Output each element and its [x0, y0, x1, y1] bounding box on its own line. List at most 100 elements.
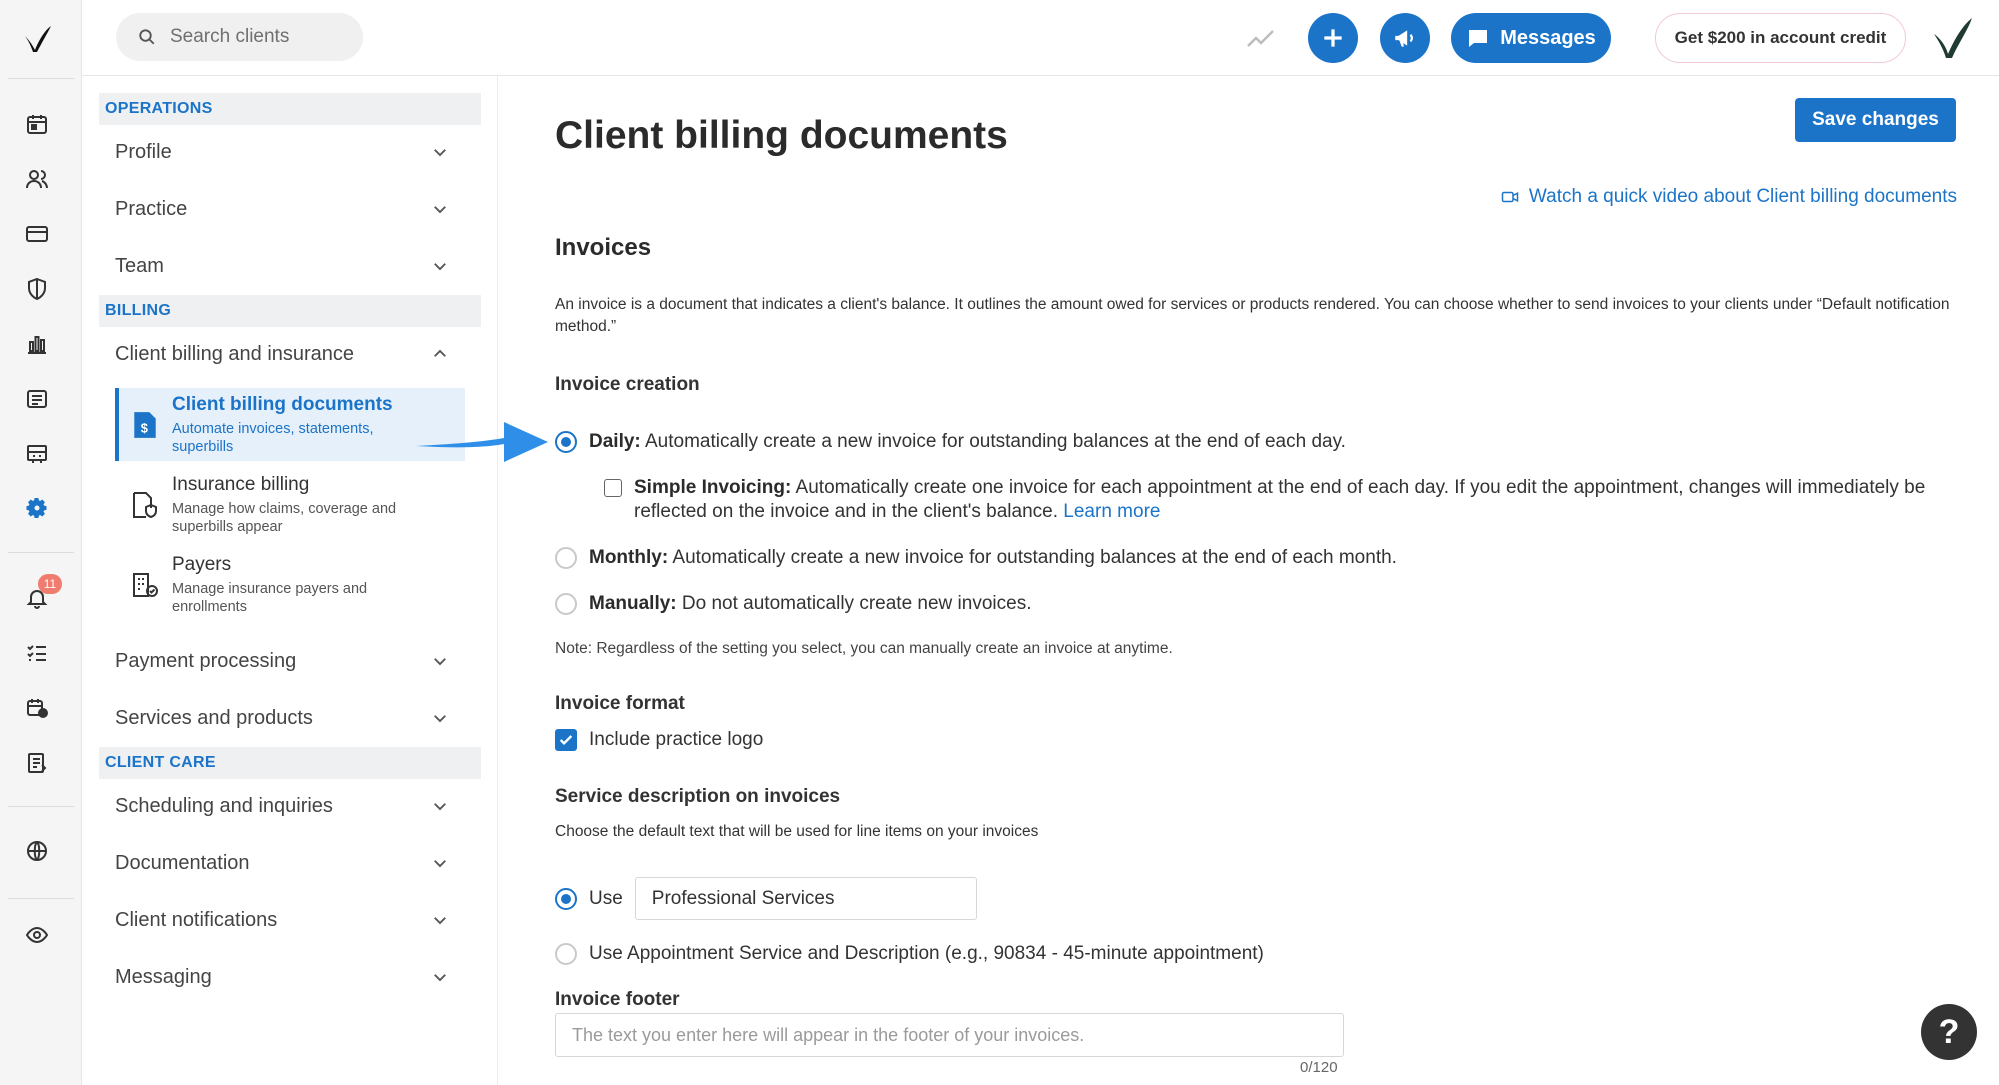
- video-camera-icon: [1501, 191, 1519, 203]
- daily-radio[interactable]: [555, 431, 577, 453]
- eye-icon[interactable]: [23, 921, 51, 949]
- sub-item-title: Payers: [172, 554, 232, 575]
- search-icon: [139, 29, 155, 45]
- messages-button[interactable]: Messages: [1451, 13, 1611, 63]
- manually-option[interactable]: Manually: Do not automatically create ne…: [555, 592, 1031, 616]
- calendar-icon[interactable]: [23, 110, 51, 138]
- nav-section-client-care: CLIENT CARE: [99, 747, 481, 779]
- billing-card-icon[interactable]: [23, 220, 51, 248]
- sub-item-description: Manage how claims, coverage and superbil…: [172, 501, 397, 535]
- add-button[interactable]: [1308, 13, 1358, 63]
- nav-item-documentation[interactable]: Documentation: [115, 841, 465, 885]
- nav-item-client-billing-insurance[interactable]: Client billing and insurance: [115, 332, 465, 376]
- main-content: Client billing documents Save changes Wa…: [498, 76, 1999, 1085]
- nav-item-practice[interactable]: Practice: [115, 187, 465, 231]
- avatar[interactable]: [1930, 14, 1976, 60]
- chevron-down-icon: [434, 860, 446, 868]
- settings-gear-icon[interactable]: [23, 494, 51, 522]
- invoice-footer-input[interactable]: [555, 1013, 1344, 1057]
- analytics-icon[interactable]: [23, 330, 51, 358]
- monthly-option-text: Monthly: Automatically create a new invo…: [589, 546, 1397, 570]
- nav-item-profile[interactable]: Profile: [115, 130, 465, 174]
- simple-invoicing-description: Automatically create one invoice for eac…: [634, 477, 1926, 522]
- service-description-heading: Service description on invoices: [555, 786, 841, 807]
- simple-invoicing-text: Simple Invoicing: Automatically create o…: [634, 476, 1934, 524]
- sub-item-insurance-billing[interactable]: Insurance billing Manage how claims, cov…: [115, 468, 465, 542]
- payers-building-icon: [133, 573, 158, 597]
- nav-item-services-products[interactable]: Services and products: [115, 696, 465, 740]
- insurance-document-icon: [133, 492, 157, 519]
- simple-invoicing-option[interactable]: Simple Invoicing: Automatically create o…: [604, 476, 1934, 524]
- nav-section-billing: BILLING: [99, 295, 481, 327]
- monthly-label: Monthly:: [589, 547, 669, 568]
- watch-video-link[interactable]: Watch a quick video about Client billing…: [1501, 186, 1957, 208]
- learn-more-link[interactable]: Learn more: [1063, 501, 1160, 522]
- globe-icon[interactable]: [23, 837, 51, 865]
- settings-nav: OPERATIONS Profile Practice Team BILLING…: [82, 76, 498, 1085]
- sub-item-payers[interactable]: Payers Manage insurance payers and enrol…: [115, 548, 465, 622]
- include-logo-checkbox[interactable]: [555, 729, 577, 751]
- tasks-icon[interactable]: [23, 639, 51, 667]
- brand-logo-icon[interactable]: [21, 22, 53, 54]
- chevron-down-icon: [434, 715, 446, 723]
- include-logo-option[interactable]: Include practice logo: [555, 728, 763, 752]
- daily-option[interactable]: Daily: Automatically create a new invoic…: [555, 430, 1346, 454]
- chevron-down-icon: [434, 917, 446, 925]
- chat-bubble-icon: [1469, 30, 1488, 47]
- chevron-down-icon: [434, 974, 446, 982]
- chevron-down-icon: [434, 658, 446, 666]
- trend-chart-icon[interactable]: [1245, 22, 1277, 54]
- simple-invoicing-label: Simple Invoicing:: [634, 477, 792, 498]
- nav-item-label: Client billing and insurance: [115, 342, 355, 365]
- save-changes-button[interactable]: Save changes: [1795, 98, 1956, 142]
- use-custom-text-option[interactable]: Use: [555, 877, 977, 920]
- use-appointment-radio[interactable]: [555, 943, 577, 965]
- schedule-add-icon[interactable]: [23, 694, 51, 722]
- nav-item-label: Payment processing: [115, 649, 297, 672]
- invoice-format-heading: Invoice format: [555, 693, 685, 714]
- monthly-radio[interactable]: [555, 547, 577, 569]
- service-description-input[interactable]: [634, 877, 977, 920]
- use-appointment-label: Use Appointment Service and Description …: [589, 943, 1264, 964]
- manually-option-text: Manually: Do not automatically create ne…: [589, 592, 1031, 616]
- nav-item-team[interactable]: Team: [115, 244, 465, 288]
- nav-item-label: Client notifications: [115, 908, 278, 931]
- nav-item-label: Documentation: [115, 851, 250, 874]
- invoice-document-icon: $: [134, 412, 156, 438]
- nav-item-messaging[interactable]: Messaging: [115, 955, 465, 999]
- use-custom-text-radio[interactable]: [555, 888, 577, 910]
- sub-item-description: Automate invoices, statements, superbill…: [172, 421, 374, 455]
- help-button[interactable]: ?: [1921, 1004, 1977, 1060]
- use-appointment-option[interactable]: Use Appointment Service and Description …: [555, 942, 1264, 966]
- shield-icon[interactable]: [23, 275, 51, 303]
- manually-radio[interactable]: [555, 593, 577, 615]
- chevron-down-icon: [434, 149, 446, 157]
- daily-text: Automatically create a new invoice for o…: [644, 431, 1346, 452]
- invoice-footer-heading: Invoice footer: [555, 989, 680, 1010]
- reports-icon[interactable]: [23, 749, 51, 777]
- account-credit-button[interactable]: Get $200 in account credit: [1655, 13, 1906, 63]
- clients-icon[interactable]: [23, 165, 51, 193]
- nav-item-scheduling-inquiries[interactable]: Scheduling and inquiries: [115, 784, 465, 828]
- page-title: Client billing documents: [555, 114, 1008, 157]
- search-box[interactable]: [116, 13, 363, 61]
- list-icon[interactable]: [23, 385, 51, 413]
- chevron-up-icon: [434, 349, 446, 357]
- sub-item-title: Client billing documents: [172, 394, 393, 415]
- search-input[interactable]: [170, 26, 340, 48]
- nav-item-label: Practice: [115, 197, 188, 220]
- chevron-down-icon: [434, 803, 446, 811]
- daily-label: Daily:: [589, 431, 641, 452]
- announcements-button[interactable]: [1380, 13, 1430, 63]
- monthly-option[interactable]: Monthly: Automatically create a new invo…: [555, 546, 1397, 570]
- nav-item-label: Profile: [115, 140, 172, 163]
- simple-invoicing-checkbox[interactable]: [604, 479, 622, 497]
- checkmark-icon: [559, 735, 573, 745]
- nav-item-client-notifications[interactable]: Client notifications: [115, 898, 465, 942]
- marketplace-icon[interactable]: [23, 440, 51, 468]
- invoices-description: An invoice is a document that indicates …: [555, 296, 1950, 335]
- plus-icon: [1324, 29, 1342, 47]
- nav-item-payment-processing[interactable]: Payment processing: [115, 639, 465, 683]
- invoice-creation-heading: Invoice creation: [555, 374, 700, 395]
- sub-item-description: Manage insurance payers and enrollments: [172, 581, 368, 615]
